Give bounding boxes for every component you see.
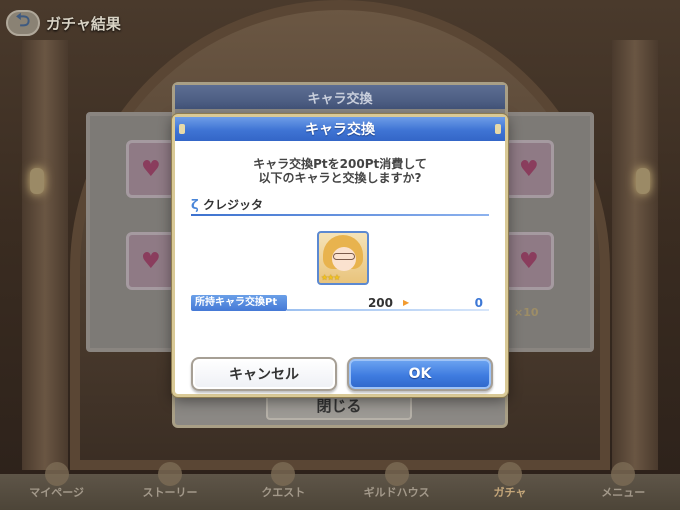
nav-item-mypage[interactable]: マイページ xyxy=(17,462,97,500)
page-title: ガチャ結果 xyxy=(46,14,121,33)
background-result-card: ♥ xyxy=(504,232,554,290)
guildhouse-icon xyxy=(384,462,409,486)
points-after: 0 xyxy=(474,296,483,310)
character-portrait: ★★★ xyxy=(317,231,369,285)
heart-icon: ♥ xyxy=(141,157,161,182)
menu-icon xyxy=(611,462,636,486)
character-exchange-dialog: キャラ交換 キャラ交換Ptを200Pt消費して 以下のキャラと交換しますか? ζ… xyxy=(172,114,508,397)
heart-icon: ♥ xyxy=(519,249,539,274)
name-underline xyxy=(191,214,489,216)
nav-label: メニュー xyxy=(601,486,646,499)
message-line-1: キャラ交換Ptを200Pt消費して xyxy=(253,157,427,171)
background-result-card: ♥ xyxy=(126,140,176,198)
confirmation-message: キャラ交換Ptを200Pt消費して 以下のキャラと交換しますか? xyxy=(175,157,505,185)
quest-icon xyxy=(271,462,296,486)
nav-label: ガチャ xyxy=(493,486,527,499)
cancel-button[interactable]: キャンセル xyxy=(191,357,337,391)
heart-icon: ♥ xyxy=(141,249,161,274)
background-pillar-left xyxy=(22,40,68,470)
background-result-card: ♥ xyxy=(126,232,176,290)
nav-label: マイページ xyxy=(29,486,85,499)
ok-button[interactable]: OK xyxy=(347,357,493,391)
nav-label: ストーリー xyxy=(142,486,198,499)
background-pillar-right xyxy=(612,40,658,470)
nav-item-gacha[interactable]: ガチャ xyxy=(470,462,550,500)
arrow-right-icon: ▶ xyxy=(403,298,410,307)
character-name: クレジッタ xyxy=(203,198,264,212)
nav-label: クエスト xyxy=(261,486,306,499)
back-arrow-icon: ⮌ xyxy=(15,10,31,31)
mypage-icon xyxy=(44,462,69,486)
background-bonus-text: ×10 xyxy=(514,306,539,319)
character-name-row: ζ クレジッタ xyxy=(191,197,489,217)
background-result-card: ♥ xyxy=(504,140,554,198)
heart-icon: ♥ xyxy=(519,157,539,182)
story-icon xyxy=(157,462,182,486)
bottom-nav: マイページ ストーリー クエスト ギルドハウス ガチャ メニュー xyxy=(0,462,680,510)
gacha-icon xyxy=(497,462,522,486)
nav-label: ギルドハウス xyxy=(363,486,430,499)
lamp-icon xyxy=(30,168,44,194)
portrait-glasses xyxy=(333,253,355,260)
nav-item-quest[interactable]: クエスト xyxy=(243,462,323,500)
lamp-icon xyxy=(636,168,650,194)
points-current: 200 xyxy=(367,296,393,310)
dialog-titlebar: キャラ交換 xyxy=(175,117,505,141)
nav-item-guildhouse[interactable]: ギルドハウス xyxy=(357,462,437,500)
points-label: 所持キャラ交換Pt xyxy=(191,295,287,311)
exchange-points-row: 所持キャラ交換Pt 200 ▶ 0 xyxy=(191,295,489,313)
rarity-stars: ★★★ xyxy=(321,273,340,282)
back-button[interactable]: ⮌ xyxy=(6,10,40,36)
nav-item-story[interactable]: ストーリー xyxy=(130,462,210,500)
nav-item-menu[interactable]: メニュー xyxy=(583,462,663,500)
character-mark-icon: ζ xyxy=(191,198,199,213)
message-line-2: 以下のキャラと交換しますか? xyxy=(258,171,422,185)
header: ⮌ ガチャ結果 xyxy=(6,8,121,38)
background-dialog-title: キャラ交換 xyxy=(175,85,505,109)
dialog-title: キャラ交換 xyxy=(305,122,375,138)
